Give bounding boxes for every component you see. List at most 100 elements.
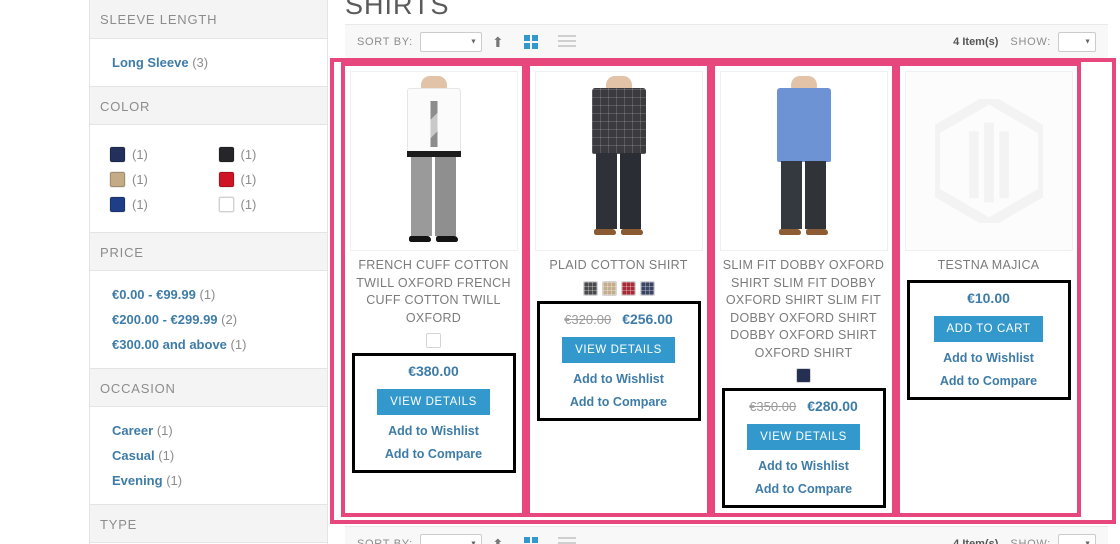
filter-count: (1)	[166, 473, 183, 488]
product-photo-figure	[574, 76, 664, 244]
add-to-wishlist-link[interactable]: Add to Wishlist	[573, 372, 664, 386]
add-to-wishlist-link[interactable]: Add to Wishlist	[758, 459, 849, 473]
filter-link-label: Evening	[112, 473, 163, 488]
grid-view-icon-bottom[interactable]	[523, 537, 538, 544]
sort-by-label: SORT BY:	[357, 36, 413, 48]
product-price: €280.00	[807, 398, 858, 414]
product-swatch-charcoal-plaid[interactable]	[582, 280, 598, 296]
filter-swatch-black[interactable]: (1)	[218, 142, 328, 167]
filter-heading-color: COLOR	[90, 86, 327, 125]
add-to-cart-button[interactable]: ADD TO CART	[933, 315, 1044, 342]
add-to-compare-link[interactable]: Add to Compare	[385, 447, 482, 461]
magento-placeholder-logo-icon	[905, 72, 1072, 250]
filter-heading-type: TYPE	[90, 504, 327, 543]
product-swatch-navy[interactable]	[796, 368, 811, 383]
add-to-compare-link[interactable]: Add to Compare	[755, 482, 852, 496]
filter-link-occasion-0[interactable]: Career (1)	[90, 418, 327, 443]
filter-count: (1)	[199, 287, 216, 302]
product-price-row: €350.00 €280.00	[749, 398, 858, 414]
filter-body-sleeve-length: Long Sleeve (3)	[90, 39, 327, 86]
product-action-box: €350.00 €280.00 VIEW DETAILS Add to Wishlis…	[721, 388, 886, 508]
product-card-inner: FRENCH CUFF COTTON TWILL OXFORD FRENCH C…	[345, 66, 522, 479]
filter-count: (1)	[240, 197, 257, 212]
filter-body-price: €0.00 - €99.99 (1) €200.00 - €299.99 (2) €…	[90, 271, 327, 368]
toolbar-right: 4 Item(s) SHOW:	[953, 32, 1096, 52]
sort-by-select[interactable]	[419, 32, 482, 52]
filter-heading-price: PRICE	[90, 232, 327, 271]
view-details-button[interactable]: VIEW DETAILS	[562, 336, 675, 363]
product-photo-figure	[389, 76, 479, 244]
product-name[interactable]: SLIM FIT DOBBY OXFORD SHIRT SLIM FIT DOB…	[715, 251, 892, 362]
filter-link-occasion-1[interactable]: Casual (1)	[90, 443, 327, 468]
add-to-wishlist-link[interactable]: Add to Wishlist	[943, 351, 1034, 365]
product-image[interactable]	[349, 71, 518, 251]
view-details-button[interactable]: VIEW DETAILS	[377, 389, 490, 415]
arrow-up-icon[interactable]: ⬆	[492, 35, 504, 49]
filter-link-price-0[interactable]: €0.00 - €99.99 (1)	[90, 282, 327, 307]
product-swatch-red-plaid[interactable]	[620, 280, 636, 296]
filter-count: (1)	[132, 147, 148, 162]
product-card: PLAID COTTON SHIRT €320.00 €256.00 VIEW DET…	[526, 62, 711, 517]
add-to-wishlist-link[interactable]: Add to Wishlist	[388, 424, 479, 438]
list-view-icon-bottom[interactable]	[557, 536, 576, 544]
product-name[interactable]: TESTNA MAJICA	[932, 251, 1046, 275]
toolbar-right-bottom: 4 Item(s) SHOW:	[953, 534, 1096, 544]
filter-link-label: €0.00 - €99.99	[112, 287, 196, 302]
swatch-color-icon	[218, 197, 234, 212]
product-grid: FRENCH CUFF COTTON TWILL OXFORD FRENCH C…	[341, 62, 1106, 517]
filter-sidebar: SLEEVE LENGTH Long Sleeve (3) COLOR (1) (1)(…	[89, 0, 328, 544]
page-title: SHIRTS	[345, 0, 450, 20]
filter-count: (1)	[230, 337, 247, 352]
filter-count: (1)	[132, 197, 148, 212]
filter-swatch-navy[interactable]: (1)	[110, 142, 219, 167]
product-name[interactable]: PLAID COTTON SHIRT	[543, 251, 693, 275]
show-label-bottom: SHOW:	[1010, 538, 1051, 544]
filter-count: (1)	[240, 172, 257, 187]
list-view-icon[interactable]	[557, 34, 576, 50]
swatch-color-icon	[110, 172, 125, 187]
view-details-button[interactable]: VIEW DETAILS	[747, 424, 860, 450]
product-listing-page: SLEEVE LENGTH Long Sleeve (3) COLOR (1) (1)(…	[0, 0, 1120, 544]
product-price-row: €10.00	[967, 290, 1010, 306]
sort-by-label-bottom: SORT BY:	[357, 538, 413, 544]
arrow-up-icon-bottom[interactable]: ⬆	[492, 537, 504, 544]
show-per-page-select-bottom[interactable]	[1058, 534, 1096, 544]
product-image[interactable]	[534, 71, 703, 251]
product-action-box: €320.00 €256.00 VIEW DETAILS Add to Wishlis…	[536, 300, 701, 421]
swatch-color-icon	[110, 197, 125, 212]
sort-by-select-bottom[interactable]	[419, 534, 482, 544]
filter-link-label: Long Sleeve	[112, 55, 189, 70]
product-image[interactable]	[904, 71, 1073, 251]
product-name[interactable]: FRENCH CUFF COTTON TWILL OXFORD FRENCH C…	[345, 251, 522, 327]
product-image[interactable]	[719, 71, 888, 251]
product-price: €380.00	[408, 363, 459, 379]
filter-link-price-1[interactable]: €200.00 - €299.99 (2)	[90, 307, 327, 332]
product-swatch-navy-plaid[interactable]	[639, 280, 655, 296]
add-to-compare-link[interactable]: Add to Compare	[940, 374, 1037, 388]
filter-link-sleeve-length-0[interactable]: Long Sleeve (3)	[90, 50, 327, 75]
product-price: €10.00	[967, 289, 1010, 306]
product-swatch-list	[426, 333, 441, 348]
filter-swatch-tan[interactable]: (1)	[110, 167, 219, 192]
item-count-bottom: 4 Item(s)	[953, 538, 999, 544]
filter-link-label: Casual	[112, 448, 155, 463]
product-swatch-tan-plaid[interactable]	[601, 280, 617, 296]
filter-count: (1)	[158, 448, 175, 463]
product-swatch-white[interactable]	[426, 333, 441, 348]
show-per-page-select[interactable]	[1058, 32, 1096, 52]
item-count: 4 Item(s)	[953, 36, 999, 48]
swatch-color-icon	[218, 147, 234, 162]
show-label: SHOW:	[1010, 36, 1051, 48]
filter-swatch-blue[interactable]: (1)	[110, 192, 219, 217]
product-photo-figure	[759, 76, 849, 244]
add-to-compare-link[interactable]: Add to Compare	[570, 395, 667, 409]
filter-heading-sleeve-length: SLEEVE LENGTH	[90, 0, 327, 39]
product-price: €256.00	[622, 310, 673, 327]
filter-link-occasion-2[interactable]: Evening (1)	[90, 468, 327, 493]
filter-link-price-2[interactable]: €300.00 and above (1)	[90, 332, 327, 357]
toolbar-bottom: SORT BY: ⬆ 4 Item(s) SHOW:	[345, 526, 1108, 544]
grid-view-icon[interactable]	[523, 35, 538, 49]
product-old-price: €320.00	[564, 311, 612, 327]
filter-swatch-white[interactable]: (1)	[218, 192, 328, 217]
filter-swatch-red[interactable]: (1)	[218, 167, 328, 192]
